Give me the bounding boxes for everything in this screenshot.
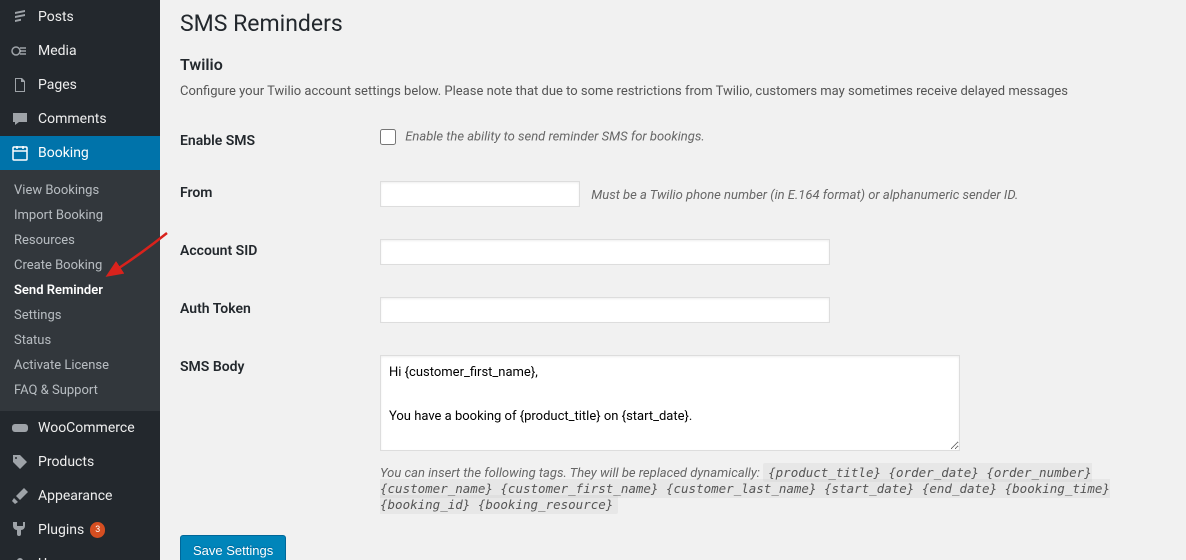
sidebar-item-label: Posts: [38, 8, 74, 26]
sidebar-item-label: Plugins: [38, 521, 84, 539]
sidebar-item-media[interactable]: Media: [0, 34, 160, 68]
sidebar-sub-import-booking[interactable]: Import Booking: [0, 203, 160, 228]
sms-body-label: SMS Body: [180, 355, 380, 375]
pages-icon: [10, 75, 30, 95]
sidebar-item-label: Media: [38, 42, 77, 60]
main-content: SMS Reminders Twilio Configure your Twil…: [160, 0, 1186, 560]
sidebar-sub-resources[interactable]: Resources: [0, 228, 160, 253]
sms-body-tags-help: You can insert the following tags. They …: [380, 465, 1166, 513]
save-settings-button[interactable]: Save Settings: [180, 535, 286, 560]
update-badge: 3: [90, 522, 105, 538]
enable-sms-checkbox[interactable]: [380, 129, 396, 145]
sidebar-item-label: WooCommerce: [38, 419, 135, 437]
sidebar-submenu: View Bookings Import Booking Resources C…: [0, 170, 160, 411]
calendar-icon: [10, 143, 30, 163]
from-label: From: [180, 181, 380, 201]
brush-icon: [10, 486, 30, 506]
sidebar-item-label: Booking: [38, 144, 89, 162]
admin-sidebar: Posts Media Pages Comments Booking View …: [0, 0, 160, 560]
woo-icon: [10, 418, 30, 438]
sidebar-item-comments[interactable]: Comments: [0, 102, 160, 136]
tag-icon: [10, 452, 30, 472]
from-desc: Must be a Twilio phone number (in E.164 …: [591, 188, 1018, 203]
account-sid-input[interactable]: [380, 239, 830, 265]
sidebar-sub-settings[interactable]: Settings: [0, 303, 160, 328]
sidebar-sub-send-reminder[interactable]: Send Reminder: [0, 278, 160, 303]
sidebar-item-users[interactable]: Users: [0, 547, 160, 560]
sidebar-item-woocommerce[interactable]: WooCommerce: [0, 411, 160, 445]
page-title: SMS Reminders: [180, 10, 1166, 37]
sidebar-item-appearance[interactable]: Appearance: [0, 479, 160, 513]
enable-sms-desc: Enable the ability to send reminder SMS …: [405, 130, 704, 145]
sidebar-sub-faq-support[interactable]: FAQ & Support: [0, 378, 160, 403]
auth-token-input[interactable]: [380, 297, 830, 323]
from-input[interactable]: [380, 181, 580, 207]
sms-body-textarea[interactable]: [380, 355, 960, 451]
sidebar-item-label: Appearance: [38, 487, 112, 505]
section-title: Twilio: [180, 55, 1166, 74]
sidebar-item-label: Pages: [38, 76, 77, 94]
auth-token-label: Auth Token: [180, 297, 380, 317]
sidebar-sub-status[interactable]: Status: [0, 328, 160, 353]
sidebar-sub-create-booking[interactable]: Create Booking: [0, 253, 160, 278]
account-sid-label: Account SID: [180, 239, 380, 259]
sidebar-sub-view-bookings[interactable]: View Bookings: [0, 178, 160, 203]
sidebar-item-label: Comments: [38, 110, 107, 128]
sidebar-sub-activate-license[interactable]: Activate License: [0, 353, 160, 378]
sidebar-item-posts[interactable]: Posts: [0, 0, 160, 34]
media-icon: [10, 41, 30, 61]
enable-sms-label: Enable SMS: [180, 129, 380, 149]
sidebar-item-plugins[interactable]: Plugins 3: [0, 513, 160, 547]
users-icon: [10, 554, 30, 560]
sidebar-item-booking[interactable]: Booking: [0, 136, 160, 170]
sidebar-item-pages[interactable]: Pages: [0, 68, 160, 102]
section-description: Configure your Twilio account settings b…: [180, 84, 1166, 99]
sidebar-item-label: Products: [38, 453, 94, 471]
pin-icon: [10, 7, 30, 27]
comments-icon: [10, 109, 30, 129]
plug-icon: [10, 520, 30, 540]
sidebar-item-label: Users: [38, 555, 74, 560]
sidebar-item-products[interactable]: Products: [0, 445, 160, 479]
